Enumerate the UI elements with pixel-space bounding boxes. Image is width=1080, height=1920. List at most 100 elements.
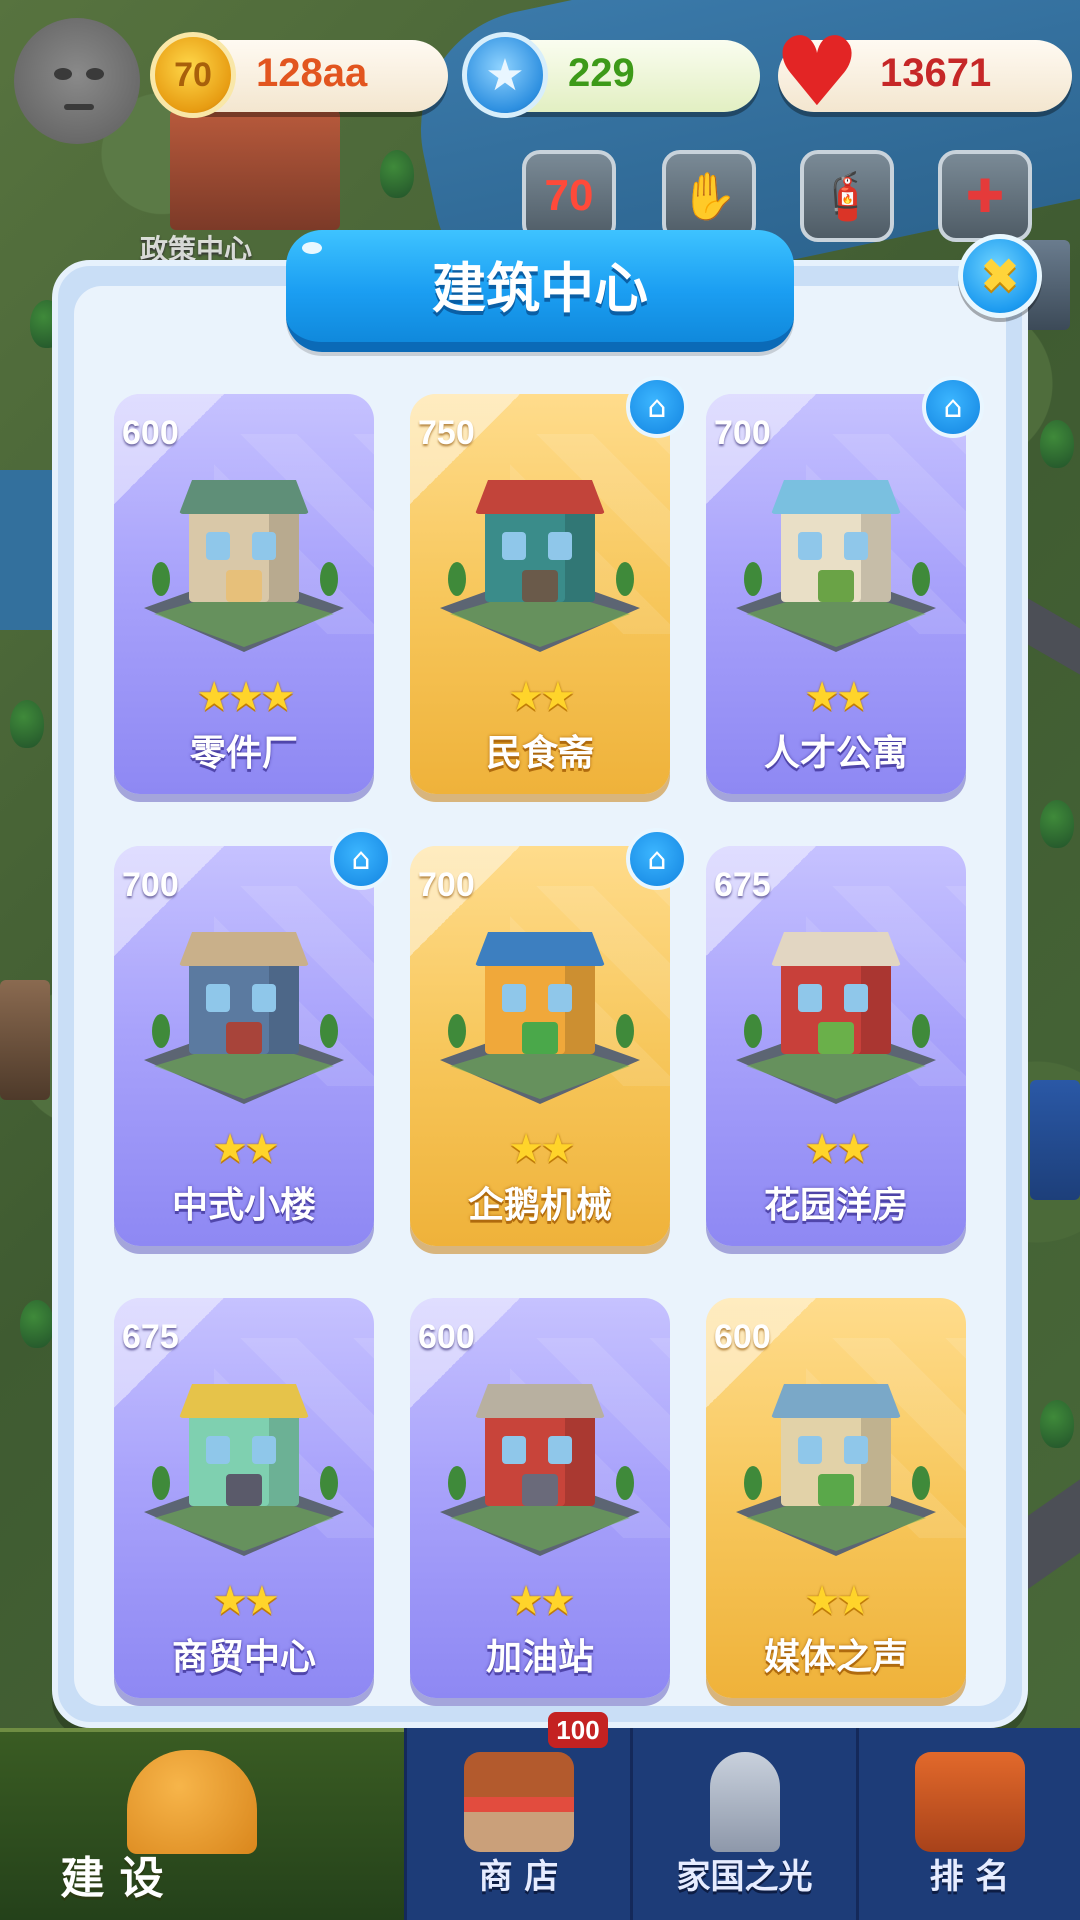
building-card[interactable]: 700 ★★ 企鹅机械 ⌂ [410, 828, 688, 1246]
star-icon: ★ [508, 1126, 544, 1172]
building-illustration [134, 904, 354, 1104]
building-illustration [726, 904, 946, 1104]
star-icon: ★ [804, 1578, 840, 1624]
home-icon: ⌂ [351, 841, 371, 877]
building-card[interactable]: 675 ★★ 商贸中心 [114, 1298, 374, 1698]
star-rating: ★★ [410, 1578, 670, 1624]
card-price: 600 [122, 414, 179, 452]
card-price: 675 [122, 1318, 179, 1356]
star-rating: ★★ [706, 1126, 966, 1172]
card-price: 700 [122, 866, 179, 904]
shop-badge: 100 [548, 1712, 608, 1748]
star-rating: ★★ [114, 1126, 374, 1172]
home-badge[interactable]: ⌂ [626, 828, 688, 890]
player-avatar[interactable] [14, 18, 140, 144]
heart-icon [774, 26, 860, 118]
close-button[interactable]: ✖ [958, 234, 1042, 318]
tab-shop-label: 商 店 [478, 1857, 559, 1897]
star-rating: ★★ [706, 1578, 966, 1624]
star-icon: ★ [836, 674, 872, 720]
star-rating: ★★ [410, 1126, 670, 1172]
heart-value: 13671 [880, 51, 992, 95]
star-icon: ★ [804, 674, 840, 720]
card-price: 600 [418, 1318, 475, 1356]
podium-icon [914, 1752, 1025, 1852]
card-building-name: 花园洋房 [763, 1185, 908, 1226]
building-illustration [726, 1356, 946, 1556]
heart-counter[interactable]: 13671 [774, 26, 1072, 118]
star-icon: ★ [508, 674, 544, 720]
star-icon: ★ [212, 1126, 248, 1172]
star-icon: ★ [540, 674, 576, 720]
star-icon: ★ [836, 1126, 872, 1172]
star-icon: ★ [508, 1578, 544, 1624]
building-card[interactable]: 600 ★★★ 零件厂 [114, 394, 374, 794]
card-price: 700 [418, 866, 475, 904]
star-icon: ★ [244, 1578, 280, 1624]
tab-ranking-label: 排 名 [929, 1857, 1010, 1897]
card-building-name: 商贸中心 [171, 1637, 316, 1678]
coin-70-icon [150, 32, 236, 118]
gem-value: 229 [568, 51, 635, 95]
card-price: 675 [714, 866, 771, 904]
blue-star-gem-icon [462, 32, 548, 118]
star-icon: ★ [228, 674, 264, 720]
building-illustration [726, 452, 946, 652]
card-building-name: 企鹅机械 [467, 1185, 612, 1226]
tab-ranking[interactable]: 排 名 [856, 1728, 1080, 1920]
home-badge[interactable]: ⌂ [922, 376, 984, 438]
star-icon: ★ [540, 1578, 576, 1624]
building-card[interactable]: 600 ★★ 媒体之声 [706, 1298, 966, 1698]
home-badge[interactable]: ⌂ [330, 828, 392, 890]
star-icon: ★ [212, 1578, 248, 1624]
gem-counter[interactable]: 229 [462, 32, 760, 118]
building-card[interactable]: 600 ★★ 加油站 [410, 1298, 670, 1698]
card-building-name: 人才公寓 [763, 733, 908, 774]
home-icon: ⌂ [647, 841, 667, 877]
star-rating: ★★★ [114, 674, 374, 720]
handshake-button[interactable]: ✋ [662, 150, 756, 242]
building-card[interactable]: 750 ★★ 民食斋 ⌂ [410, 376, 688, 794]
building-illustration [430, 904, 650, 1104]
fire-extinguisher-button[interactable]: 🧯 [800, 150, 894, 242]
star-rating: ★★ [410, 674, 670, 720]
building-illustration [430, 1356, 650, 1556]
hard-hat-icon [127, 1750, 257, 1854]
shop-icon [463, 1752, 574, 1852]
building-card[interactable]: 700 ★★ 人才公寓 ⌂ [706, 376, 984, 794]
star-icon: ★ [804, 1126, 840, 1172]
coin-counter[interactable]: 128aa [150, 32, 448, 118]
home-badge[interactable]: ⌂ [626, 376, 688, 438]
fire-extinguisher-icon: 🧯 [818, 168, 876, 223]
star-rating: ★★ [706, 674, 966, 720]
building-card[interactable]: 675 ★★ 花园洋房 [706, 846, 966, 1246]
tab-national-glory[interactable]: 家国之光 [630, 1728, 856, 1920]
rocket-icon [709, 1752, 780, 1852]
home-icon: ⌂ [943, 389, 963, 425]
building-illustration [430, 452, 650, 652]
medical-kit-button[interactable]: ✚ [938, 150, 1032, 242]
card-building-name: 民食斋 [485, 733, 594, 774]
star-icon: ★ [540, 1126, 576, 1172]
home-icon: ⌂ [647, 389, 667, 425]
card-building-name: 媒体之声 [763, 1637, 908, 1678]
tab-build-label: 建 设 [60, 1853, 164, 1904]
star-icon: ★ [244, 1126, 280, 1172]
card-price: 700 [714, 414, 771, 452]
dialog-title-bar: 建筑中心 [286, 230, 794, 352]
card-price: 750 [418, 414, 475, 452]
card-building-name: 中式小楼 [171, 1185, 316, 1226]
tab-build[interactable]: 建 设 [0, 1728, 404, 1920]
tab-national-glory-label: 家国之光 [676, 1857, 813, 1897]
medical-kit-icon: ✚ [965, 169, 1005, 223]
tab-shop[interactable]: 商 店 [404, 1728, 630, 1920]
star-icon: ★ [836, 1578, 872, 1624]
building-card[interactable]: 700 ★★ 中式小楼 ⌂ [114, 828, 392, 1246]
event-70-button[interactable]: 70 [522, 150, 616, 242]
star-rating: ★★ [114, 1578, 374, 1624]
building-illustration [134, 1356, 354, 1556]
dialog-title: 建筑中心 [432, 256, 648, 320]
coin-value: 128aa [256, 51, 368, 95]
star-icon: ★ [196, 674, 232, 720]
card-building-name: 零件厂 [189, 733, 298, 774]
